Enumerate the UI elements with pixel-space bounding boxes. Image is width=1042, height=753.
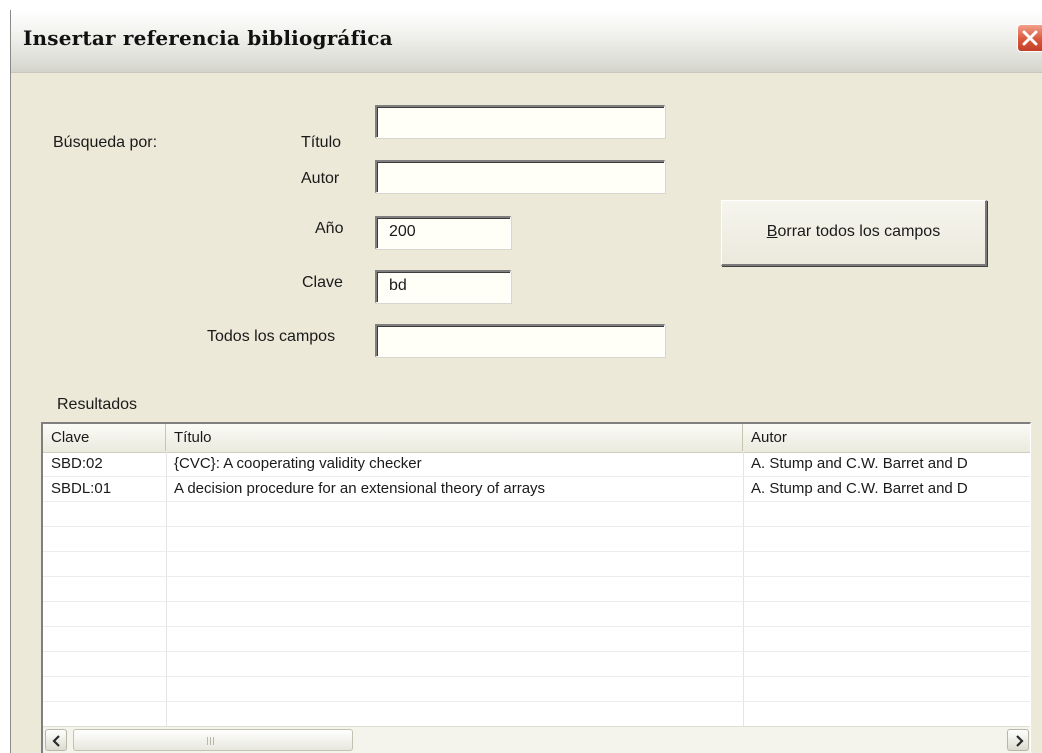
arrow-right-icon — [1016, 735, 1024, 747]
results-header: Clave Título Autor — [43, 424, 1030, 453]
empty-row — [43, 577, 1030, 602]
cell-titulo: {CVC}: A cooperating validity checker — [174, 455, 422, 472]
column-header-clave[interactable]: Clave — [43, 424, 166, 451]
cell-titulo: A decision procedure for an extensional … — [174, 480, 546, 497]
anio-label: Año — [315, 220, 344, 237]
empty-row — [43, 602, 1030, 627]
cell-autor: A. Stump and C.W. Barret and D — [751, 480, 968, 497]
results-label: Resultados — [57, 396, 138, 413]
title-bar[interactable]: Insertar referencia bibliográfica — [11, 10, 1042, 73]
empty-row — [43, 627, 1030, 652]
close-icon — [1022, 30, 1038, 46]
cell-clave: SBD:02 — [51, 455, 103, 472]
results-list[interactable]: Clave Título Autor SBD:02 {CVC}: A coope… — [41, 422, 1031, 753]
scroll-left-button[interactable] — [45, 729, 67, 751]
titulo-label: Título — [301, 134, 342, 151]
empty-row — [43, 502, 1030, 527]
autor-input[interactable] — [375, 160, 665, 193]
titulo-input[interactable] — [375, 105, 665, 138]
empty-row — [43, 652, 1030, 677]
scroll-right-button[interactable] — [1007, 729, 1029, 751]
scroll-thumb[interactable] — [73, 729, 353, 751]
anio-input[interactable]: 200 — [375, 216, 511, 249]
results-body: SBD:02 {CVC}: A cooperating validity che… — [43, 452, 1030, 727]
table-row[interactable]: SBD:02 {CVC}: A cooperating validity che… — [43, 452, 1030, 477]
todos-campos-label: Todos los campos — [207, 328, 336, 345]
todos-campos-input[interactable] — [375, 324, 665, 357]
search-by-label: Búsqueda por: — [53, 134, 158, 151]
grip-icon — [207, 737, 216, 745]
cell-clave: SBDL:01 — [51, 480, 112, 497]
clear-all-fields-button[interactable]: Borrar todos los campos — [721, 200, 987, 266]
clave-label: Clave — [302, 274, 343, 291]
table-row[interactable]: SBDL:01 A decision procedure for an exte… — [43, 477, 1030, 502]
horizontal-scrollbar[interactable] — [43, 726, 1030, 753]
empty-row — [43, 677, 1030, 702]
dialog-window: Insertar referencia bibliográfica Búsque… — [10, 10, 1042, 753]
window-title: Insertar referencia bibliográfica — [23, 26, 393, 50]
empty-row — [43, 552, 1030, 577]
cell-autor: A. Stump and C.W. Barret and D — [751, 455, 968, 472]
close-button[interactable] — [1017, 24, 1042, 52]
clear-button-label: orrar todos los campos — [777, 223, 941, 240]
column-header-titulo[interactable]: Título — [166, 424, 743, 451]
clear-button-accesskey: B — [766, 223, 778, 240]
empty-row — [43, 702, 1030, 727]
arrow-left-icon — [52, 735, 60, 747]
column-header-autor[interactable]: Autor — [743, 424, 1030, 451]
autor-label: Autor — [301, 170, 340, 187]
empty-row — [43, 527, 1030, 552]
clave-input[interactable]: bd — [375, 270, 511, 303]
